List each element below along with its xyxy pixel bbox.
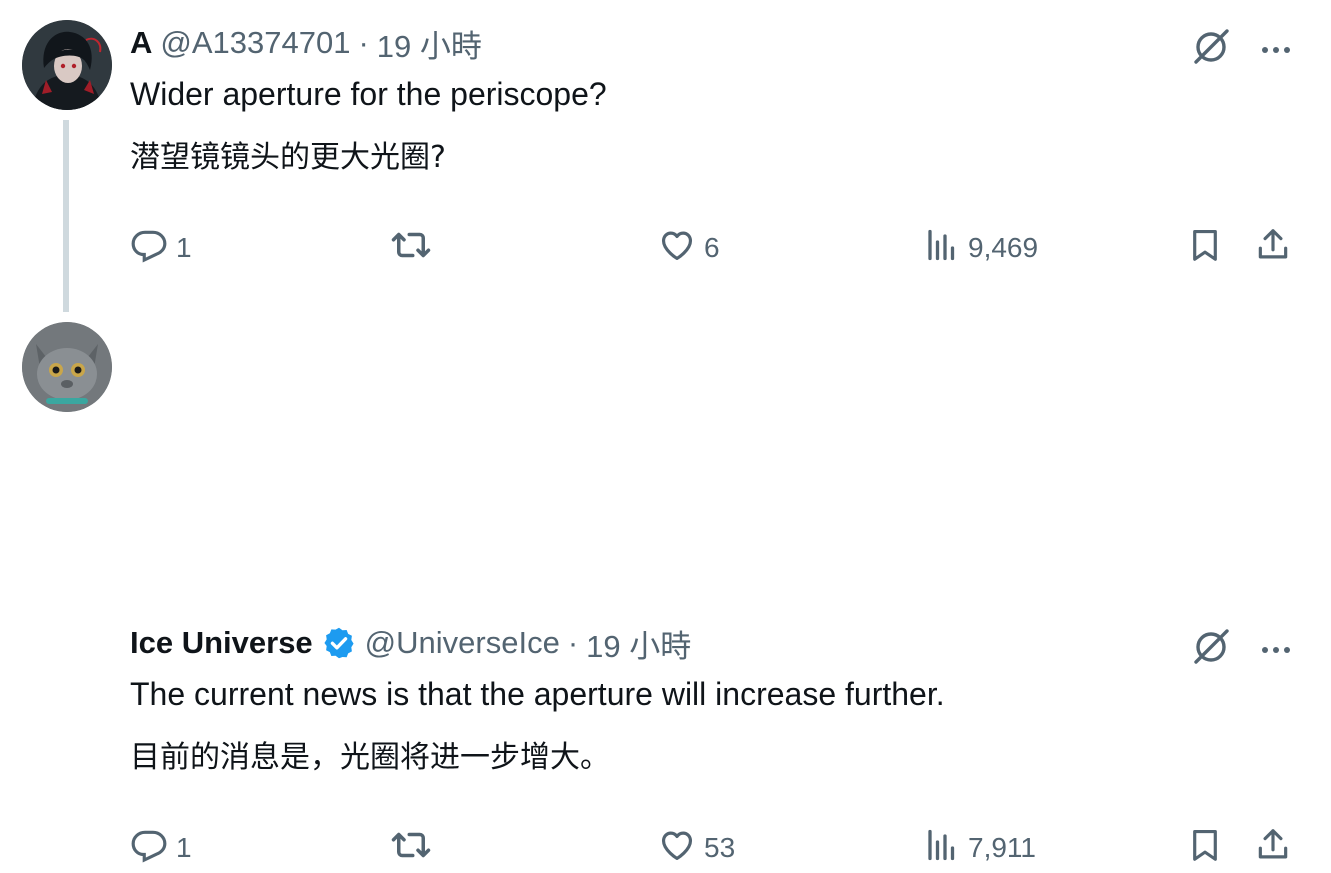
handle[interactable]: @UniverseIce (365, 625, 560, 661)
timestamp[interactable]: 19 小時 (586, 621, 691, 666)
share-icon (1254, 226, 1292, 271)
verified-badge-icon[interactable] (321, 625, 357, 661)
more-icon[interactable] (1258, 631, 1294, 667)
reply-icon (130, 226, 168, 271)
like-count: 6 (704, 232, 720, 263)
retweet-button[interactable] (390, 226, 440, 270)
views-button[interactable]: 9,469 (924, 226, 1038, 270)
grok-icon[interactable] (1190, 24, 1234, 73)
like-button[interactable]: 53 (658, 826, 735, 870)
grok-icon[interactable] (1190, 624, 1234, 673)
action-bar: 1 6 9,469 (0, 226, 1331, 270)
reply-button[interactable]: 1 (130, 826, 192, 870)
like-icon (658, 226, 696, 271)
tweet-text-translation: 目前的消息是，光圈将进一步增大。 (130, 740, 610, 775)
display-name[interactable]: Ice Universe (130, 625, 313, 661)
action-bar: 1 53 7,911 (0, 826, 1331, 870)
tweet-corner-actions (1190, 624, 1294, 673)
timestamp[interactable]: 19 小時 (377, 21, 482, 66)
views-icon (924, 227, 960, 270)
like-button[interactable]: 6 (658, 226, 720, 270)
reply-icon (130, 826, 168, 871)
bookmark-icon (1186, 226, 1224, 271)
share-icon (1254, 826, 1292, 871)
separator: · (358, 25, 369, 60)
bookmark-button[interactable] (1186, 226, 1224, 270)
like-count: 53 (704, 832, 736, 863)
reply-count: 1 (176, 832, 192, 863)
bookmark-icon (1186, 826, 1224, 871)
tweet-text-translation: 潜望镜镜头的更大光圈? (130, 140, 446, 175)
tweet-header: Ice Universe @UniverseIce · 19 小時 (130, 621, 691, 666)
avatar[interactable] (22, 20, 112, 110)
handle[interactable]: @A13374701 (160, 25, 350, 61)
tweet-corner-actions (1190, 24, 1294, 73)
views-icon (924, 827, 960, 870)
reply-button[interactable]: 1 (130, 226, 192, 270)
separator: · (567, 625, 579, 660)
tweet[interactable]: Ice Universe @UniverseIce · 19 小時 The cu… (0, 300, 1331, 863)
share-button[interactable] (1254, 826, 1292, 870)
reply-count: 1 (176, 232, 192, 263)
views-count: 9,469 (968, 232, 1039, 263)
tweet-header: A @A13374701 · 19 小時 (130, 21, 482, 66)
retweet-icon (390, 824, 432, 873)
views-count: 7,911 (968, 832, 1036, 863)
views-button[interactable]: 7,911 (924, 826, 1036, 870)
thread-line (63, 120, 69, 312)
like-icon (658, 826, 696, 871)
tweet[interactable]: A @A13374701 · 19 小時 Wider aperture for … (0, 0, 1331, 312)
avatar[interactable] (22, 322, 112, 412)
retweet-icon (390, 224, 432, 273)
tweet-text: The current news is that the aperture wi… (130, 676, 945, 712)
tweet-text: Wider aperture for the periscope? (130, 76, 607, 112)
bookmark-button[interactable] (1186, 826, 1224, 870)
share-button[interactable] (1254, 226, 1292, 270)
more-icon[interactable] (1258, 31, 1294, 67)
retweet-button[interactable] (390, 826, 440, 870)
display-name[interactable]: A (130, 25, 152, 61)
